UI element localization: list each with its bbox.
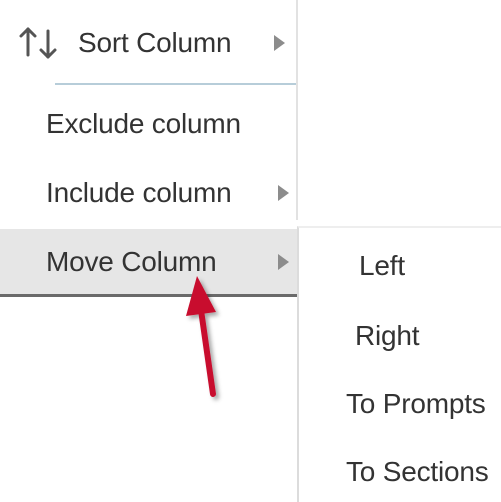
move-column-submenu: Left Right To Prompts To Sections [297,226,501,502]
menu-item-sort-column[interactable]: Sort Column [0,8,297,78]
move-column-label: Move Column [46,245,217,277]
submenu-item-right[interactable]: Right [299,302,501,370]
column-context-menu: Sort Column Exclude column Include colum… [0,0,298,300]
menu-item-move-column[interactable]: Move Column [0,229,297,297]
sort-column-label: Sort Column [78,27,232,58]
left-label: Left [359,250,405,281]
submenu-arrow-icon [274,35,285,51]
menu-divider [55,83,297,85]
submenu-item-to-prompts[interactable]: To Prompts [299,370,501,438]
submenu-arrow-icon [278,185,289,201]
screenshot-stage: Sort Column Exclude column Include colum… [0,0,501,502]
submenu-item-to-sections[interactable]: To Sections [299,438,501,502]
menu-item-exclude-column[interactable]: Exclude column [0,89,297,159]
to-prompts-label: To Prompts [346,388,486,419]
submenu-item-left[interactable]: Left [299,232,501,300]
to-sections-label: To Sections [346,456,489,487]
menu-border [296,0,298,220]
exclude-column-label: Exclude column [46,108,241,139]
include-column-label: Include column [46,177,232,208]
right-label: Right [355,320,420,351]
menu-item-include-column[interactable]: Include column [0,158,297,228]
submenu-arrow-icon [278,253,289,270]
sort-icon [19,27,57,59]
